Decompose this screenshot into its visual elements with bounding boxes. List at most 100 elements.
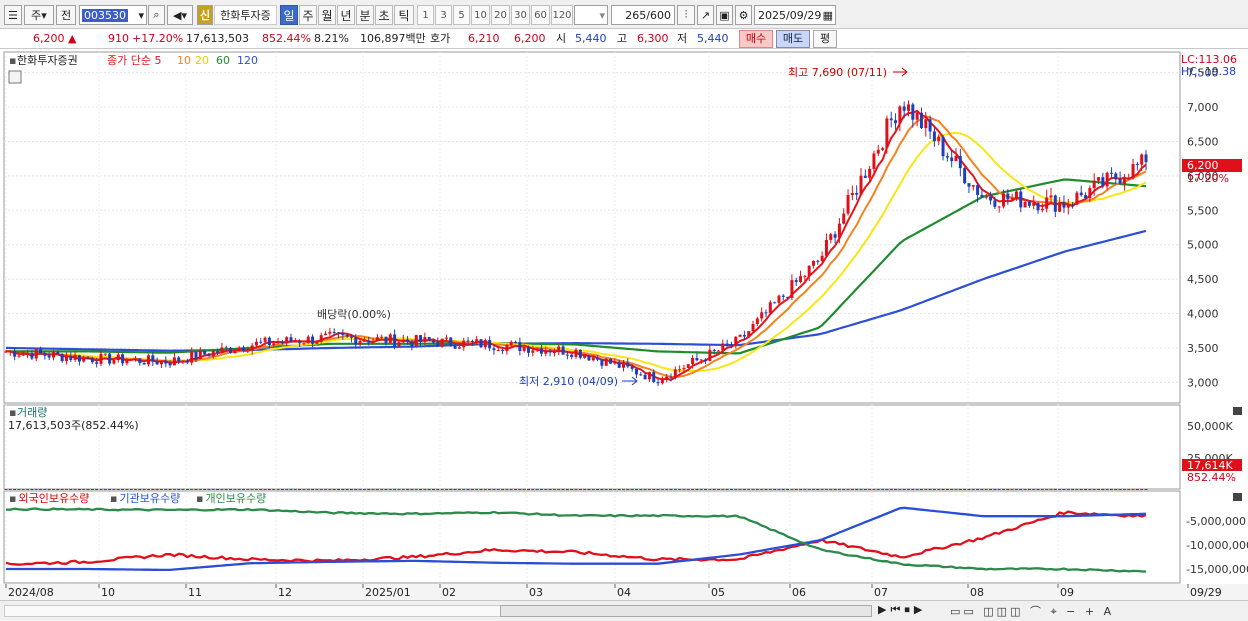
- volume-bar: [1101, 488, 1105, 490]
- volume-bar: [704, 488, 708, 490]
- market-select[interactable]: 주 ▾: [24, 5, 54, 25]
- volume-bar: [963, 488, 967, 490]
- high-annotation: 최고 7,690 (07/11): [788, 66, 887, 79]
- tab-minute[interactable]: 분: [356, 5, 374, 25]
- eval-button[interactable]: 평: [813, 30, 837, 48]
- candle-body: [630, 366, 634, 369]
- candle-body: [842, 213, 846, 224]
- search-icon[interactable]: ⌕: [148, 5, 165, 25]
- candle-body: [591, 357, 595, 361]
- x-axis-label: 06: [792, 586, 806, 599]
- candle-body: [656, 382, 660, 384]
- code-input[interactable]: 003530 ▾: [79, 5, 147, 25]
- volume-bar: [172, 488, 176, 490]
- interval-10[interactable]: 10: [471, 5, 490, 25]
- stock-chart[interactable]: ▪ 한화투자증권 종가 단순 5 10 20 60 120 LC:113.06 …: [0, 50, 1248, 600]
- interval-60[interactable]: 60: [531, 5, 550, 25]
- candle-body: [885, 118, 889, 149]
- volume-bar: [69, 488, 73, 490]
- volume-bar: [535, 488, 539, 490]
- date-field[interactable]: 2025/09/29 ▦: [754, 5, 836, 25]
- interval-20[interactable]: 20: [491, 5, 510, 25]
- tab-second[interactable]: 초: [375, 5, 393, 25]
- candle-body: [121, 354, 125, 364]
- candle-body: [501, 349, 505, 352]
- interval-30[interactable]: 30: [511, 5, 530, 25]
- candle-body: [298, 341, 302, 344]
- candle-body: [229, 347, 233, 354]
- price-tag-value: 6,200: [1187, 159, 1219, 172]
- volume-bar: [773, 488, 777, 490]
- candle-body: [509, 341, 513, 346]
- candle-body: [634, 368, 638, 375]
- candle-body: [337, 332, 340, 334]
- candle-body: [388, 334, 392, 343]
- candle-body: [928, 119, 932, 132]
- buy-button[interactable]: 매수: [739, 30, 773, 48]
- volume-bar: [246, 488, 250, 490]
- calendar-icon[interactable]: ▦: [823, 9, 835, 22]
- volume-bar: [1127, 488, 1131, 490]
- interval-custom[interactable]: ▾: [574, 5, 608, 25]
- candle-body: [496, 349, 500, 351]
- chart-type-icon[interactable]: ⫶: [677, 5, 695, 25]
- draw-icon[interactable]: ↗: [697, 5, 714, 25]
- menu-icon[interactable]: ☰: [4, 5, 22, 25]
- candle-body: [1140, 154, 1144, 165]
- volume-bar: [21, 488, 25, 490]
- volume-bar: [859, 488, 863, 490]
- candle-body: [306, 336, 310, 344]
- volume-bar: [142, 488, 146, 490]
- interval-3[interactable]: 3: [435, 5, 452, 25]
- interval-1[interactable]: 1: [417, 5, 434, 25]
- volume-bar: [362, 488, 366, 490]
- compare-icon[interactable]: ▣: [716, 5, 733, 25]
- sound-icon[interactable]: ◀▾: [167, 5, 193, 25]
- chart-scrollbar[interactable]: ▶⏮⏹▶ ▭▭ ◫◫◫ ⌒ ⌖ − + A: [0, 600, 1248, 621]
- tab-daily[interactable]: 일: [280, 5, 298, 25]
- volume-bar: [393, 488, 397, 490]
- playback-controls[interactable]: ▶⏮⏹▶: [878, 603, 926, 617]
- tab-monthly[interactable]: 월: [318, 5, 336, 25]
- volume-bar: [259, 488, 263, 490]
- volume-bar: [8, 488, 12, 490]
- candle-body: [846, 195, 850, 214]
- candle-body: [419, 335, 423, 342]
- candle-body: [1066, 204, 1070, 208]
- candle-body: [449, 337, 453, 346]
- tab-weekly[interactable]: 주: [299, 5, 317, 25]
- volume-bar: [673, 488, 677, 490]
- volume-bar: [155, 488, 159, 490]
- sell-button[interactable]: 매도: [776, 30, 810, 48]
- candle-body: [902, 106, 906, 111]
- settings-icon[interactable]: ⚙: [735, 5, 752, 25]
- volume-bar: [812, 488, 815, 490]
- interval-120[interactable]: 120: [551, 5, 573, 25]
- volume-bar: [427, 488, 431, 490]
- type-select[interactable]: 전: [56, 5, 76, 25]
- candle-body: [958, 156, 962, 169]
- volume-bar: [1075, 488, 1079, 490]
- volume-bar: [492, 488, 496, 490]
- tab-tick[interactable]: 틱: [394, 5, 414, 25]
- tab-yearly[interactable]: 년: [337, 5, 355, 25]
- holdings-close-icon[interactable]: [1233, 493, 1242, 501]
- candle-body: [423, 336, 427, 342]
- scroll-thumb[interactable]: [500, 605, 872, 617]
- count-field[interactable]: 265/600: [611, 5, 675, 25]
- candle-body: [971, 185, 975, 187]
- candle-body: [134, 358, 138, 360]
- volume-bar: [207, 488, 211, 490]
- table-icon[interactable]: [8, 70, 22, 84]
- volume-bar: [203, 488, 207, 490]
- volume-bar: [945, 488, 949, 490]
- volume-bar: [652, 488, 656, 490]
- interval-5[interactable]: 5: [453, 5, 470, 25]
- candle-body: [855, 192, 859, 195]
- volume-close-icon[interactable]: [1233, 407, 1242, 415]
- zoom-tools[interactable]: ▭▭ ◫◫◫ ⌒ ⌖ − + A: [950, 603, 1114, 619]
- candle-body: [552, 351, 556, 353]
- volume-bar: [406, 488, 410, 490]
- candle-body: [440, 338, 444, 347]
- volume-bar: [518, 488, 522, 490]
